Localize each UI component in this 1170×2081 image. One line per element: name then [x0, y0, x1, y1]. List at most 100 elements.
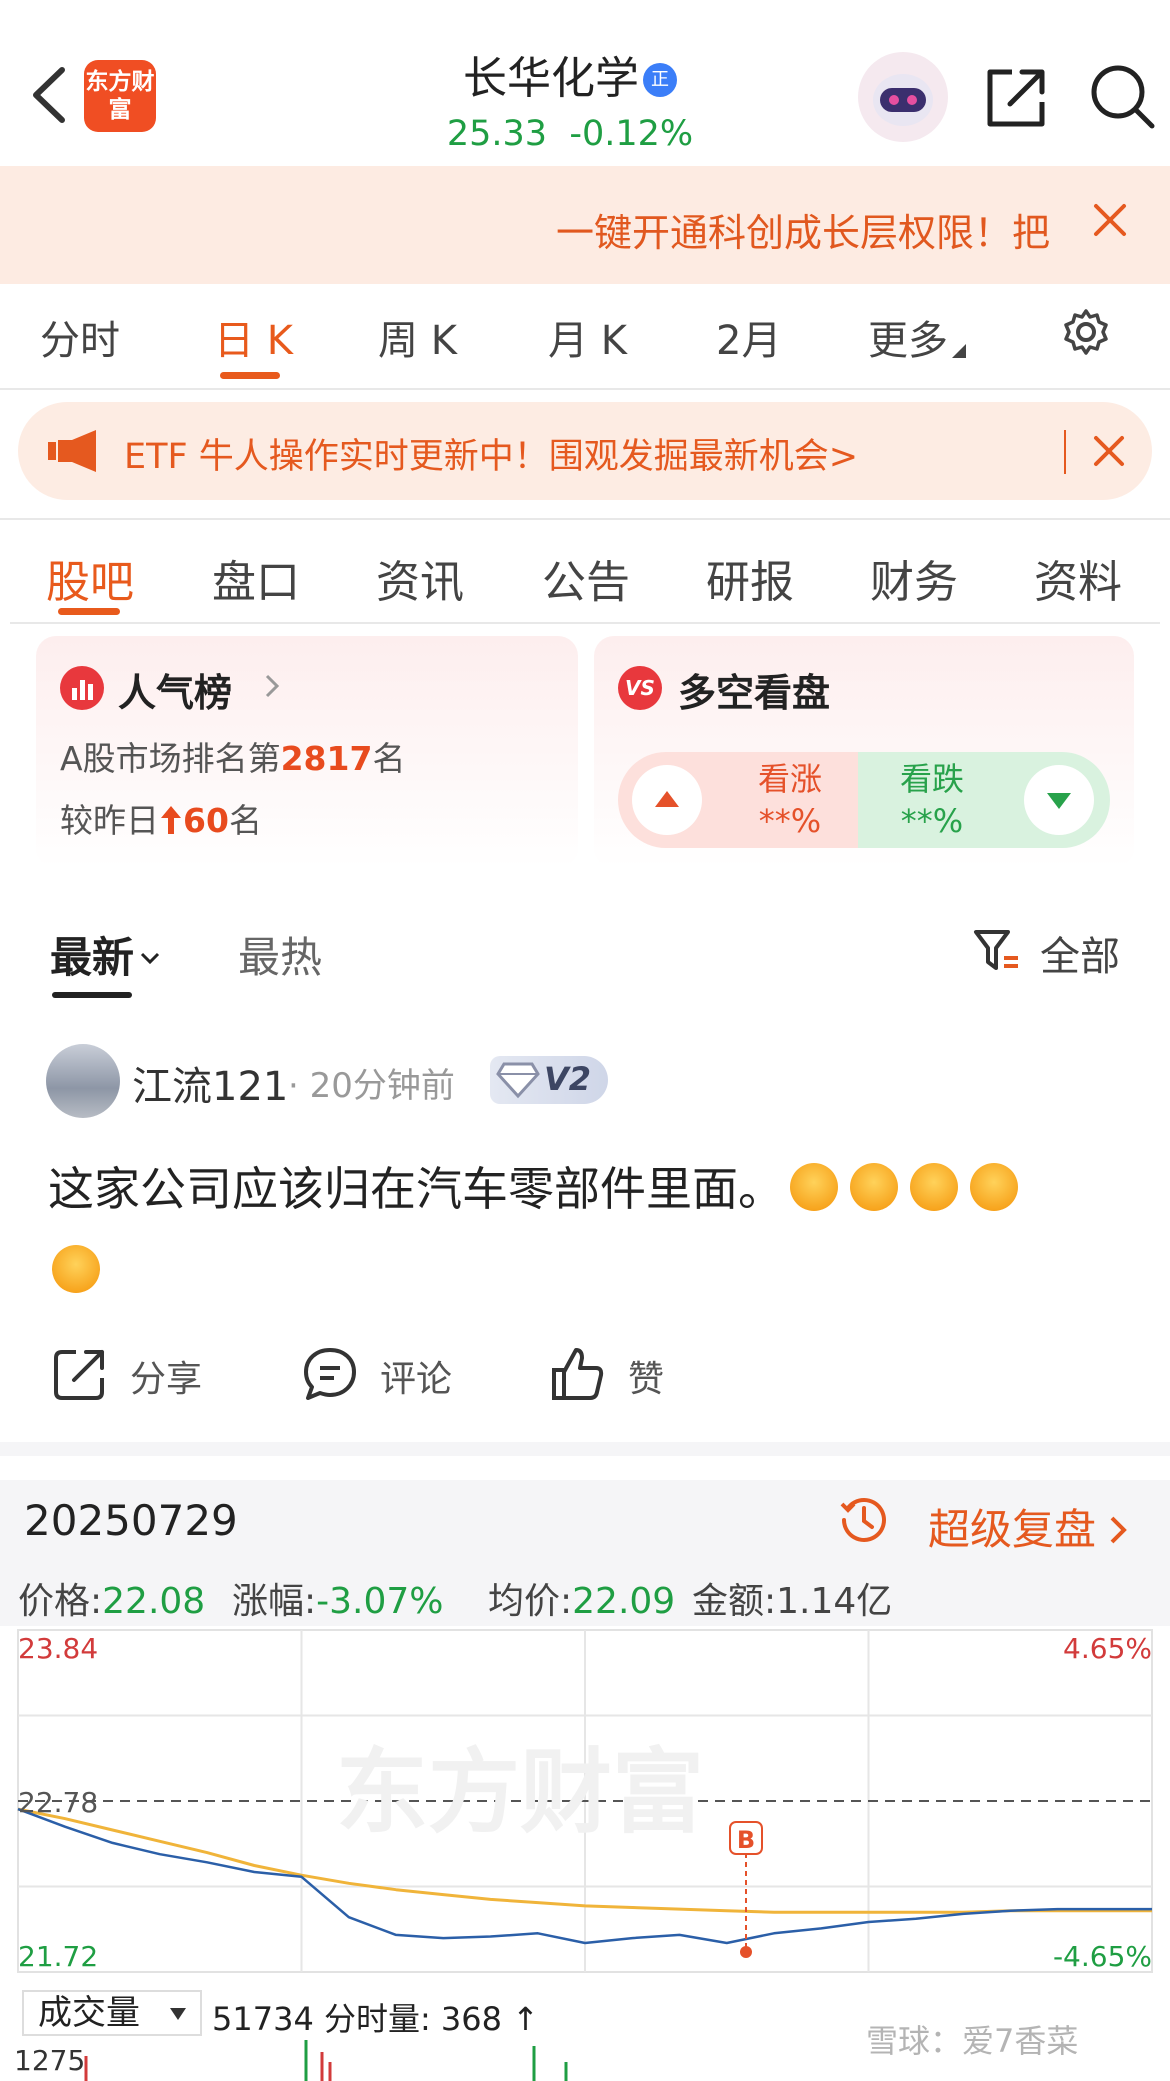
history-clock-icon[interactable]	[838, 1494, 890, 1546]
app-logo: 东方财富	[84, 60, 156, 132]
pct-max-label: 4.65%	[1063, 1632, 1152, 1665]
chevron-right-icon	[1110, 1516, 1127, 1544]
search-icon[interactable]	[1088, 62, 1158, 132]
chevron-right-icon	[265, 674, 280, 698]
vote-down-value: **%	[900, 802, 964, 840]
tab-research[interactable]: 研报	[706, 546, 794, 610]
divider	[0, 388, 1170, 390]
stat-price-label: 价格:	[18, 1581, 103, 1622]
tab-more-label: 更多	[868, 318, 948, 364]
etf-notice-bar[interactable]: ETF 牛人操作实时更新中！围观发掘最新机会>	[18, 402, 1152, 500]
rank-prefix: A股市场排名第	[60, 739, 281, 778]
sort-latest-label: 最新	[50, 933, 135, 982]
tab-guba[interactable]: 股吧	[46, 546, 134, 610]
rank-change-value: 60	[183, 801, 229, 840]
popularity-card[interactable]: 人气榜 A股市场排名第2817名 较昨日 60名	[36, 636, 578, 868]
chart-watermark: 东方财富	[336, 1739, 704, 1846]
tab-two-month[interactable]: 2月	[716, 308, 781, 366]
close-icon[interactable]	[1092, 434, 1126, 468]
close-icon[interactable]	[1090, 200, 1130, 240]
post-author[interactable]: 江流121	[132, 1054, 288, 1112]
stat-avg-label: 均价:	[488, 1581, 573, 1622]
stat-change-label: 涨幅:	[232, 1581, 317, 1622]
etf-notice-text: ETF 牛人操作实时更新中！围观发掘最新机会>	[124, 437, 859, 477]
post-text: 这家公司应该归在汽车零部件里面。	[48, 1162, 784, 1216]
super-replay-label: 超级复盘	[928, 1505, 1097, 1554]
stat-amount-label: 金额:	[692, 1581, 777, 1622]
level-badge: V2	[490, 1056, 608, 1104]
tab-month-k[interactable]: 月 K	[548, 308, 627, 366]
triangle-down-icon	[1024, 765, 1094, 835]
tab-news[interactable]: 资讯	[376, 546, 464, 610]
dropdown-triangle-icon	[170, 2008, 186, 2020]
pct-min-label: -4.65%	[1053, 1940, 1152, 1973]
tab-announcements[interactable]: 公告	[542, 546, 630, 610]
tab-profile[interactable]: 资料	[1034, 546, 1122, 610]
intraday-chart[interactable]: 东方财富 23.84 22.78 21.72 4.65% -4.65% B	[0, 1626, 1170, 1986]
robot-assistant-icon[interactable]	[858, 52, 948, 142]
avatar[interactable]	[46, 1044, 120, 1118]
vote-up-value: **%	[758, 802, 822, 840]
sort-hot[interactable]: 最热	[238, 924, 322, 985]
smile-emoji-icon	[910, 1163, 958, 1211]
comment-icon[interactable]	[302, 1346, 358, 1402]
comment-button[interactable]: 评论	[380, 1350, 452, 1402]
settings-gear-icon[interactable]	[1062, 308, 1110, 356]
stat-amount: 金额:1.14亿	[692, 1572, 892, 1624]
share-button[interactable]: 分享	[130, 1350, 202, 1402]
promo-banner[interactable]: 一键开通科创成长层权限！把	[0, 166, 1170, 284]
stat-avg: 均价:22.09	[488, 1572, 675, 1624]
vote-down-button[interactable]: 看跌 **%	[858, 752, 1110, 848]
level-text: V2	[544, 1060, 592, 1098]
sort-latest[interactable]: 最新	[50, 924, 162, 985]
stock-quote: 25.33 -0.12%	[360, 114, 780, 154]
back-icon[interactable]	[24, 60, 74, 130]
smile-emoji-icon	[850, 1163, 898, 1211]
thumbs-up-icon[interactable]	[550, 1346, 606, 1402]
filter-all[interactable]: 全部	[1040, 924, 1120, 982]
filter-icon[interactable]	[972, 926, 1022, 974]
smile-emoji-icon	[790, 1163, 838, 1211]
triangle-up-icon	[632, 765, 702, 835]
chart-date: 20250729	[24, 1496, 238, 1545]
tab-intraday[interactable]: 分时	[40, 308, 120, 366]
sort-active-indicator	[52, 992, 132, 998]
arrow-up-icon	[161, 806, 181, 834]
super-replay-link[interactable]: 超级复盘	[928, 1496, 1132, 1557]
smile-emoji-icon	[970, 1163, 1018, 1211]
post-body[interactable]: 这家公司应该归在汽车零部件里面。	[48, 1148, 1128, 1312]
intraday-header: 20250729 超级复盘	[0, 1480, 1170, 1560]
sentiment-title: 多空看盘	[678, 671, 831, 715]
chevron-down-icon	[140, 952, 160, 965]
vote-up-button[interactable]: 看涨 **%	[618, 752, 868, 848]
divider	[0, 518, 1170, 520]
volume-selector-label: 成交量	[38, 1993, 140, 2033]
tab-active-indicator	[220, 372, 280, 379]
like-button[interactable]: 赞	[628, 1350, 664, 1402]
share-icon[interactable]	[52, 1346, 108, 1402]
rank-value: 2817	[280, 739, 373, 778]
vote-up-label: 看涨	[757, 760, 822, 798]
rank-change: 较昨日 60名	[60, 794, 262, 842]
stock-name: 长华化学	[463, 53, 639, 104]
diamond-icon	[496, 1062, 540, 1099]
volume-bars	[84, 2040, 568, 2081]
tab-financials[interactable]: 财务	[870, 546, 958, 610]
tab-day-k[interactable]: 日 K	[214, 308, 293, 366]
rank-change-suffix: 名	[228, 801, 262, 840]
chart-bars-icon	[60, 666, 104, 710]
tab-order-book[interactable]: 盘口	[212, 546, 300, 610]
volume-selector[interactable]: 成交量	[22, 1990, 202, 2036]
y-min-label: 21.72	[18, 1940, 98, 1973]
share-icon[interactable]	[982, 62, 1052, 132]
tab-more[interactable]: 更多	[868, 308, 966, 366]
tab-week-k[interactable]: 周 K	[378, 308, 457, 366]
section-separator	[0, 1442, 1170, 1456]
smile-emoji-icon	[52, 1245, 100, 1293]
megaphone-icon	[48, 430, 96, 472]
stat-change: 涨幅:-3.07%	[232, 1572, 444, 1624]
vote-down-label: 看跌	[899, 760, 964, 798]
post-time: · 20分钟前	[288, 1066, 455, 1106]
rank-change-prefix: 较昨日	[60, 801, 159, 840]
stat-price-value: 22.08	[102, 1581, 206, 1622]
